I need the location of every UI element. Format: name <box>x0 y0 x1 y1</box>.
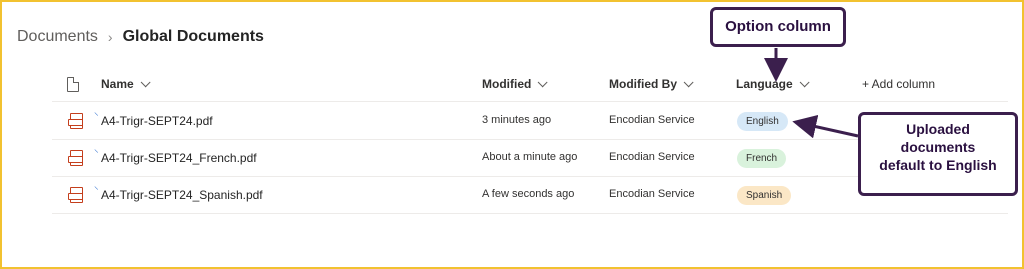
callout-line: documents <box>900 139 976 155</box>
pdf-icon <box>68 113 83 129</box>
screenshot-frame: Documents › Global Documents Name Modifi… <box>0 0 1024 269</box>
modified-cell: About a minute ago <box>482 151 578 163</box>
new-item-icon: ⸜ <box>94 107 99 117</box>
page-title: Global Documents <box>122 28 264 45</box>
language-pill-french: French <box>737 149 787 168</box>
column-header-modified-by[interactable]: Modified By <box>609 76 694 91</box>
pdf-icon <box>68 187 83 203</box>
pdf-icon <box>68 150 83 166</box>
list-header: Name Modified Modified By Language + Add… <box>52 68 1008 102</box>
chevron-down-icon <box>537 76 548 87</box>
chevron-down-icon <box>140 76 151 87</box>
breadcrumb: Documents › Global Documents <box>17 28 264 46</box>
callout-default-english: Uploaded documents default to English <box>858 112 1018 196</box>
chevron-down-icon <box>683 76 694 87</box>
chevron-down-icon <box>799 76 810 87</box>
callout-option-column: Option column <box>710 7 846 47</box>
column-header-name[interactable]: Name <box>101 76 151 91</box>
file-name-link[interactable]: A4-Trigr-SEPT24.pdf <box>101 114 213 128</box>
new-item-icon: ⸜ <box>94 144 99 154</box>
new-item-icon: ⸜ <box>94 181 99 191</box>
modified-by-cell: Encodian Service <box>609 151 695 163</box>
modified-cell: 3 minutes ago <box>482 114 552 126</box>
breadcrumb-separator-icon: › <box>107 29 113 45</box>
column-modified-label: Modified <box>482 77 532 91</box>
modified-by-cell: Encodian Service <box>609 114 695 126</box>
add-column-button[interactable]: + Add column <box>862 77 935 91</box>
column-modified-by-label: Modified By <box>609 77 677 91</box>
column-header-language[interactable]: Language <box>736 76 810 91</box>
callout-line: Uploaded <box>906 121 970 137</box>
breadcrumb-documents-link[interactable]: Documents <box>17 28 98 46</box>
language-pill-spanish: Spanish <box>737 186 792 205</box>
modified-by-cell: Encodian Service <box>609 188 695 200</box>
callout-line: default to English <box>879 157 997 173</box>
column-language-label: Language <box>736 77 793 91</box>
file-name-link[interactable]: A4-Trigr-SEPT24_French.pdf <box>101 151 257 165</box>
column-header-modified[interactable]: Modified <box>482 76 548 91</box>
file-name-link[interactable]: A4-Trigr-SEPT24_Spanish.pdf <box>101 188 263 202</box>
document-icon[interactable] <box>67 77 79 92</box>
modified-cell: A few seconds ago <box>482 188 575 200</box>
column-name-label: Name <box>101 77 134 91</box>
language-pill-english: English <box>737 112 788 131</box>
